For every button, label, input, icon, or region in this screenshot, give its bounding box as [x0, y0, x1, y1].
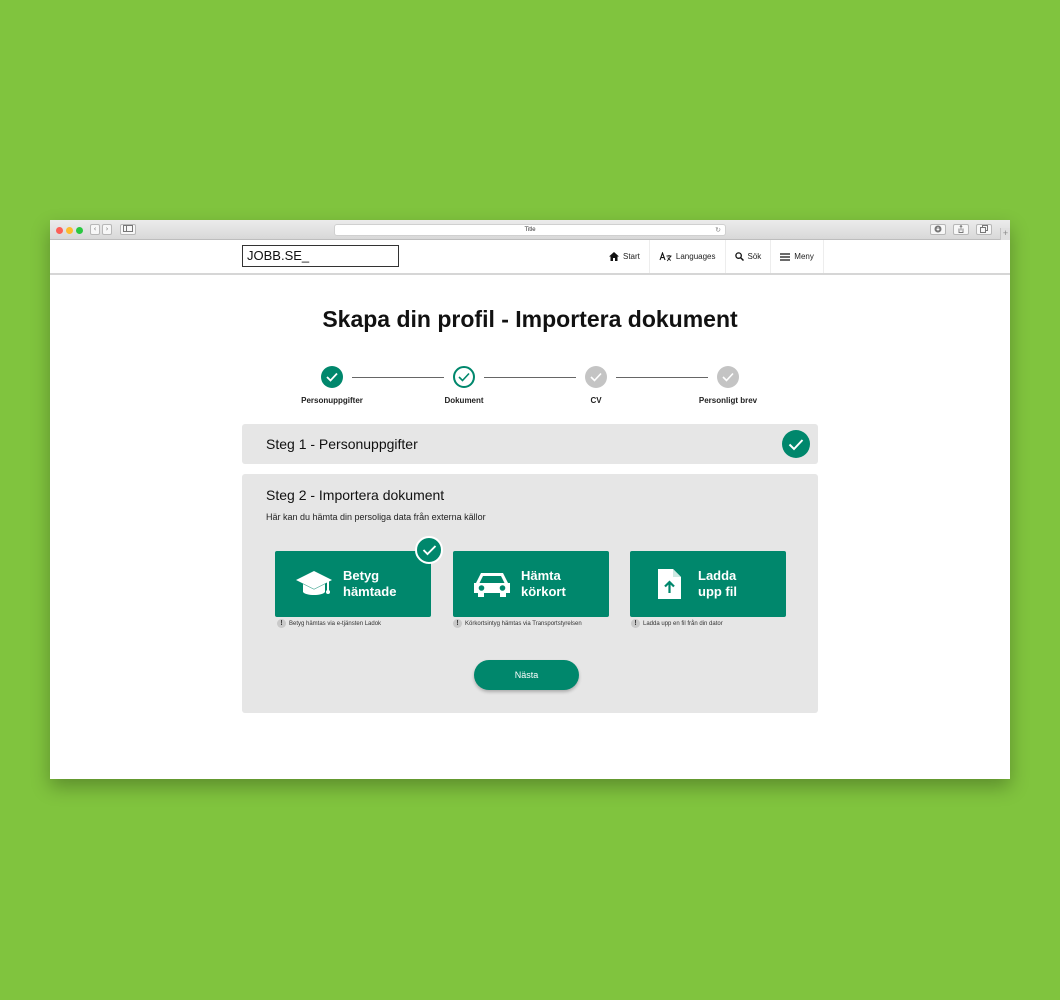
- check-icon: [321, 366, 343, 388]
- nav-search-label: Sök: [747, 252, 762, 261]
- translate-icon: [659, 251, 672, 261]
- step1-panel[interactable]: Steg 1 - Personuppgifter: [242, 424, 818, 464]
- check-icon: [782, 430, 810, 458]
- nav-menu[interactable]: Meny: [770, 240, 824, 273]
- warning-icon: !: [631, 619, 640, 628]
- step-label: Dokument: [444, 396, 484, 405]
- step2-title: Steg 2 - Importera dokument: [266, 487, 445, 503]
- page-title: Skapa din profil - Importera dokument: [322, 306, 738, 332]
- betyg-note: ! Betyg hämtas via e-tjänsten Ladok: [277, 619, 381, 628]
- back-button[interactable]: ‹: [90, 224, 100, 235]
- search-icon: [734, 252, 744, 261]
- tab-title: Title: [524, 227, 536, 233]
- new-tab-button[interactable]: +: [1000, 228, 1010, 240]
- nav-languages-label: Languages: [675, 252, 716, 261]
- nav-languages[interactable]: Languages: [648, 240, 725, 273]
- menu-icon: [780, 252, 791, 261]
- step2-panel: Steg 2 - Importera dokument Här kan du h…: [242, 474, 818, 713]
- check-icon: [585, 366, 607, 388]
- korkort-card-button[interactable]: Hämta körkort: [453, 551, 609, 617]
- note-text: Betyg hämtas via e-tjänsten Ladok: [289, 620, 382, 627]
- forward-button[interactable]: ›: [102, 224, 112, 235]
- zoom-window-button[interactable]: [76, 227, 83, 234]
- check-icon: [453, 366, 475, 388]
- nav-start-label: Start: [623, 252, 640, 261]
- graduation-cap-icon: [275, 569, 343, 599]
- step-dokument[interactable]: Dokument: [404, 366, 524, 405]
- korkort-note: ! Körkortsintyg hämtas via Transportstyr…: [453, 619, 582, 628]
- upload-note: ! Ladda upp en fil från din dator: [631, 619, 723, 628]
- close-window-button[interactable]: [56, 227, 63, 234]
- nav-search[interactable]: Sök: [724, 240, 771, 273]
- warning-icon: !: [453, 619, 462, 628]
- step-label: CV: [590, 396, 602, 405]
- step1-title: Steg 1 - Personuppgifter: [266, 436, 418, 452]
- download-icon[interactable]: [930, 224, 946, 235]
- nav-start[interactable]: Start: [600, 240, 649, 273]
- browser-window: ‹ › Title ↻ + JOBB.SE_ Start Languages S…: [50, 220, 1010, 779]
- card-line2: körkort: [521, 584, 566, 599]
- progress-stepper: Personuppgifter Dokument CV Personligt b…: [50, 366, 1010, 411]
- step-cv[interactable]: CV: [536, 366, 656, 405]
- upload-file-card-button[interactable]: Ladda upp fil: [630, 551, 786, 617]
- note-text: Körkortsintyg hämtas via Transportstyrel…: [465, 620, 582, 627]
- browser-toolbar: ‹ › Title ↻ +: [50, 220, 1010, 240]
- note-text: Ladda upp en fil från din dator: [643, 620, 723, 627]
- card-line1: Hämta: [521, 568, 561, 583]
- home-icon: [609, 252, 619, 261]
- card-line1: Ladda: [698, 568, 737, 583]
- check-icon: [717, 366, 739, 388]
- file-upload-icon: [630, 568, 698, 600]
- card-line1: Betyg: [343, 568, 380, 583]
- step-personuppgifter[interactable]: Personuppgifter: [272, 366, 392, 405]
- step-personligt-brev[interactable]: Personligt brev: [668, 366, 788, 405]
- step-label: Personligt brev: [698, 396, 758, 405]
- warning-icon: !: [277, 619, 286, 628]
- reload-icon[interactable]: ↻: [715, 225, 721, 236]
- sidebar-toggle-icon[interactable]: [120, 224, 136, 235]
- car-icon: [453, 569, 521, 599]
- share-icon[interactable]: [953, 224, 969, 235]
- card-line2: hämtade: [343, 584, 397, 599]
- minimize-window-button[interactable]: [66, 227, 73, 234]
- tabs-overview-icon[interactable]: [976, 224, 992, 235]
- step-label: Personuppgifter: [301, 396, 363, 405]
- main-nav: Start Languages Sök Meny: [600, 240, 824, 273]
- nav-menu-label: Meny: [794, 252, 814, 261]
- address-bar[interactable]: Title ↻: [334, 224, 726, 236]
- next-button[interactable]: Nästa: [474, 660, 579, 690]
- step2-description: Här kan du hämta din persoliga data från…: [266, 512, 486, 522]
- site-logo[interactable]: JOBB.SE_: [242, 245, 399, 267]
- card-line2: upp fil: [698, 584, 737, 599]
- check-icon: [415, 536, 443, 564]
- site-header: JOBB.SE_ Start Languages Sök Meny: [50, 240, 1010, 275]
- betyg-card-button[interactable]: Betyg hämtade: [275, 551, 431, 617]
